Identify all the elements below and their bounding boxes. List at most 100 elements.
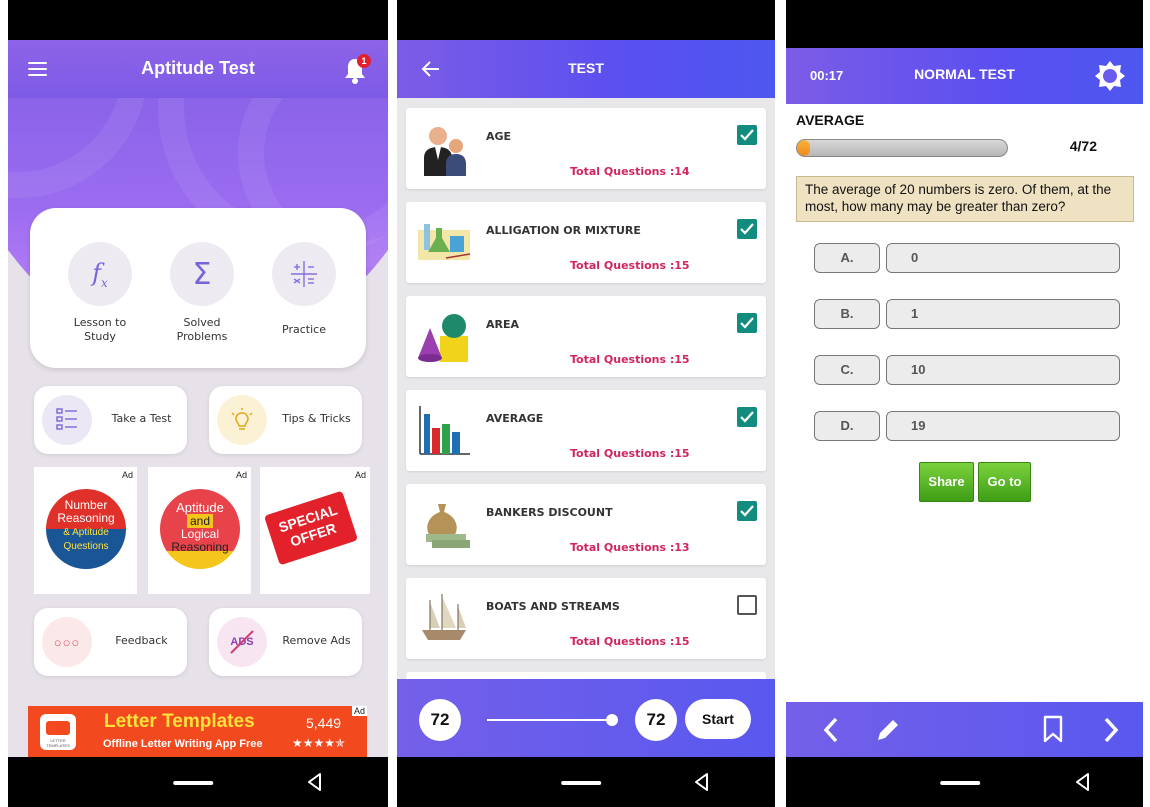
share-button[interactable]: Share	[919, 462, 974, 502]
take-test-label: Take a Test	[111, 412, 172, 425]
progress-fill	[797, 140, 810, 156]
topic-row[interactable]: BOATS AND STREAMS Total Questions :15	[406, 578, 766, 659]
checkbox-checked[interactable]	[737, 501, 757, 521]
letter-app-logo: LETTER TEMPLATES	[40, 714, 76, 750]
no-ads-icon: ADS	[217, 617, 267, 667]
checkbox-checked[interactable]	[737, 219, 757, 239]
checklist-icon	[42, 395, 92, 445]
math-symbols-icon	[272, 242, 336, 306]
topic-name: ALLIGATION OR MIXTURE	[486, 224, 641, 237]
option-a-letter[interactable]: A.	[814, 243, 880, 273]
back-triangle-icon[interactable]	[693, 772, 711, 792]
checkbox-checked[interactable]	[737, 313, 757, 333]
status-bar	[397, 0, 775, 40]
topic-row[interactable]: BANKERS DISCOUNT Total Questions :13	[406, 484, 766, 565]
ship-icon	[422, 594, 466, 640]
ad-tile-special-offer[interactable]: Ad SPECIAL OFFER	[260, 467, 370, 594]
checkbox-checked[interactable]	[737, 125, 757, 145]
question-slider-thumb[interactable]	[606, 714, 618, 726]
topic-count: Total Questions :13	[570, 541, 690, 554]
solved-problems-button[interactable]: Σ Solved Problems	[152, 222, 252, 354]
solved-label: Solved Problems	[176, 316, 228, 343]
home-pill[interactable]	[939, 781, 980, 785]
money-bag-icon	[426, 504, 470, 548]
topic-row[interactable]: AVERAGE Total Questions :15	[406, 390, 766, 471]
topic-name: AVERAGE	[486, 412, 544, 425]
remove-ads-label: Remove Ads	[282, 634, 351, 647]
system-nav-bar	[786, 757, 1143, 807]
topic-count: Total Questions :15	[570, 353, 690, 366]
flask-icon	[418, 224, 471, 260]
option-c-text[interactable]: 10	[886, 355, 1120, 385]
topic-count: Total Questions :14	[570, 165, 690, 178]
go-to-button[interactable]: Go to	[978, 462, 1031, 502]
question-slider-track[interactable]	[487, 719, 611, 721]
section-title: AVERAGE	[796, 112, 865, 128]
quiz-screen: 00:17 NORMAL TEST AVERAGE 4/72 The avera…	[786, 0, 1143, 807]
option-a-text[interactable]: 0	[886, 243, 1120, 273]
option-b-letter[interactable]: B.	[814, 299, 880, 329]
start-button[interactable]: Start	[685, 699, 751, 739]
quiz-nav-bar	[786, 702, 1143, 757]
lightbulb-icon	[217, 395, 267, 445]
aptitude-logic-logo: Aptitude and Logical Reasoning	[160, 489, 240, 569]
take-test-button[interactable]: Take a Test	[34, 386, 187, 454]
topic-row[interactable]: ALLIGATION OR MIXTURE Total Questions :1…	[406, 202, 766, 283]
practice-label: Practice	[282, 323, 326, 336]
banner-rating-count: 5,449	[306, 715, 342, 731]
ad-mark: Ad	[235, 470, 247, 480]
special-offer-tag: SPECIAL OFFER	[263, 490, 359, 566]
next-chevron-icon[interactable]	[1102, 716, 1120, 744]
option-d-text[interactable]: 19	[886, 411, 1120, 441]
ad-tile-number-reasoning[interactable]: Ad Number Reasoning & Aptitude Questions	[34, 467, 137, 594]
topic-row[interactable]	[406, 672, 766, 679]
topic-count: Total Questions :15	[570, 259, 690, 272]
tips-tricks-label: Tips & Tricks	[282, 412, 351, 425]
status-bar	[786, 0, 1143, 48]
remove-ads-button[interactable]: ADS Remove Ads	[209, 608, 362, 676]
pencil-icon[interactable]	[874, 716, 902, 744]
people-icon	[424, 127, 466, 176]
letter-templates-ad-banner[interactable]: LETTER TEMPLATES Letter Templates Offlin…	[28, 706, 367, 758]
page-title: Aptitude Test	[141, 58, 255, 78]
topic-row[interactable]: AREA Total Questions :15	[406, 296, 766, 377]
app-bar: TEST	[397, 40, 775, 98]
previous-chevron-icon[interactable]	[822, 716, 840, 744]
ad-tile-aptitude-reasoning[interactable]: Ad Aptitude and Logical Reasoning	[148, 467, 251, 594]
tips-tricks-button[interactable]: Tips & Tricks	[209, 386, 362, 454]
notification-badge: 1	[357, 54, 371, 68]
page-title: TEST	[568, 60, 604, 76]
home-pill[interactable]	[173, 781, 214, 785]
brightness-icon[interactable]	[1094, 60, 1126, 92]
ad-mark: Ad	[121, 470, 133, 480]
checkbox-checked[interactable]	[737, 407, 757, 427]
min-questions-value: 72	[419, 699, 461, 741]
question-text: The average of 20 numbers is zero. Of th…	[796, 176, 1134, 222]
question-counter: 4/72	[1069, 138, 1097, 154]
option-c-letter[interactable]: C.	[814, 355, 880, 385]
lesson-to-study-button[interactable]: fx Lesson to Study	[50, 222, 150, 354]
practice-button[interactable]: Practice	[254, 222, 354, 354]
page-title: NORMAL TEST	[914, 66, 1015, 82]
shapes-icon	[418, 314, 468, 362]
checkbox-unchecked[interactable]	[737, 595, 757, 615]
ad-mark: Ad	[354, 470, 366, 480]
back-triangle-icon[interactable]	[306, 772, 324, 792]
sigma-icon: Σ	[170, 242, 234, 306]
topic-name: BOATS AND STREAMS	[486, 600, 620, 613]
option-b-text[interactable]: 1	[886, 299, 1120, 329]
feedback-button[interactable]: ○○○ Feedback	[34, 608, 187, 676]
option-d-letter[interactable]: D.	[814, 411, 880, 441]
test-select-screen: TEST AGE Total Questions :14 ALLIGATION …	[397, 0, 775, 807]
question-count-bar: 72 72 Start	[397, 679, 775, 757]
back-triangle-icon[interactable]	[1074, 772, 1092, 792]
banner-ad-mark: Ad	[351, 706, 367, 716]
topic-row[interactable]: AGE Total Questions :14	[406, 108, 766, 189]
bookmark-icon[interactable]	[1042, 714, 1064, 744]
system-nav-bar	[8, 757, 388, 807]
home-pill[interactable]	[561, 781, 602, 785]
dots-icon: ○○○	[42, 617, 92, 667]
app-bar: 00:17 NORMAL TEST	[786, 48, 1143, 104]
main-menu-card: fx Lesson to Study Σ Solved Problems Pract…	[30, 208, 366, 368]
topic-name: AREA	[486, 318, 520, 331]
